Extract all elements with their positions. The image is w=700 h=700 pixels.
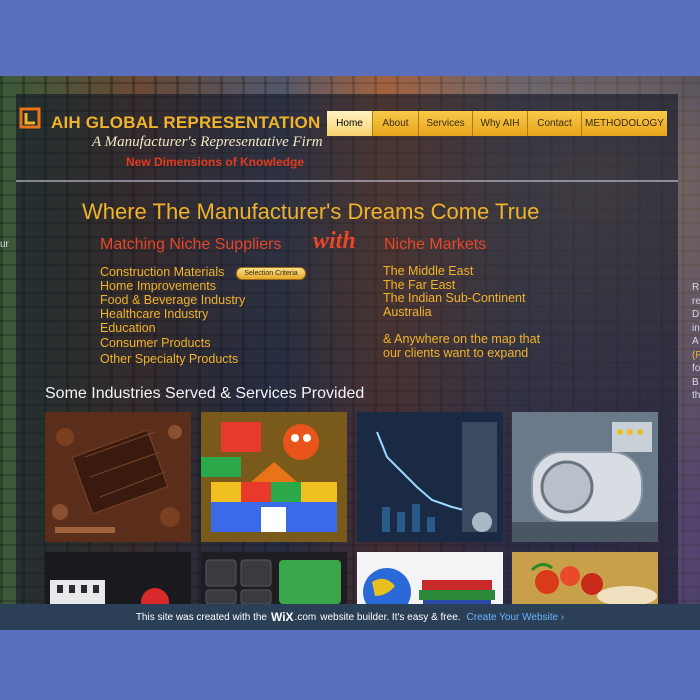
tile-keyboard[interactable] (201, 552, 347, 604)
markets-heading: Niche Markets (384, 236, 487, 253)
main-nav: Home About Services Why AIH Contact METH… (327, 111, 667, 136)
nav-why-aih[interactable]: Why AIH (473, 111, 528, 136)
wix-logo: WiX (270, 610, 294, 624)
list-item[interactable]: Construction Materials (100, 265, 245, 279)
left-edge-text: ur (0, 239, 9, 250)
wix-banner-prefix: This site was created with the (135, 611, 267, 623)
right-edge-line: th (692, 390, 700, 401)
selection-criteria-button[interactable]: Selection Criteria (236, 267, 306, 280)
site-subtitle: New Dimensions of Knowledge (126, 155, 305, 169)
logo-icon[interactable] (19, 107, 41, 129)
tile-toys[interactable] (201, 412, 347, 542)
list-item[interactable]: Healthcare Industry (100, 307, 245, 321)
header-divider (16, 180, 678, 182)
right-edge-line: (F (692, 349, 700, 361)
right-edge-line: R (692, 282, 700, 293)
keyboard-image (201, 552, 347, 604)
list-item[interactable]: The Far East (383, 278, 525, 293)
list-item[interactable]: Education (100, 321, 245, 335)
nav-about[interactable]: About (373, 111, 419, 136)
building-image (45, 552, 191, 604)
chart-image (357, 412, 503, 542)
nav-methodology[interactable]: METHODOLOGY (582, 111, 667, 136)
tile-building[interactable] (45, 552, 191, 604)
list-item[interactable]: The Indian Sub-Continent (383, 291, 525, 306)
wix-banner[interactable]: This site was created with the WiX .com … (0, 604, 700, 630)
tile-books-globe[interactable] (357, 552, 503, 604)
wix-banner-suffix: website builder. It's easy & free. (320, 611, 461, 623)
markets-note: & Anywhere on the map that our clients w… (383, 332, 541, 360)
suppliers-list: Construction Materials Home Improvements… (100, 265, 245, 335)
machinery-image (512, 412, 658, 542)
hero-headline: Where The Manufacturer's Dreams Come Tru… (82, 199, 540, 224)
list-item[interactable]: The Middle East (383, 264, 525, 279)
tile-chart[interactable] (357, 412, 503, 542)
right-edge-line: fo (692, 363, 700, 374)
site-tagline: A Manufacturer's Representative Firm (92, 134, 323, 150)
right-edge-line: re (692, 295, 700, 307)
right-edge-line: A (692, 336, 699, 347)
industries-heading: Some Industries Served & Services Provid… (45, 385, 365, 402)
nav-services[interactable]: Services (419, 111, 473, 136)
chocolate-image (45, 412, 191, 542)
connector-word: with (313, 228, 356, 254)
toys-image (201, 412, 347, 542)
right-edge-text: R re D in A (F fo B th (692, 281, 700, 403)
list-item: & Anywhere on the map that (383, 332, 541, 346)
list-item[interactable]: Food & Beverage Industry (100, 293, 245, 307)
markets-list: The Middle East The Far East The Indian … (383, 264, 525, 320)
site-title[interactable]: AIH GLOBAL REPRESENTATION (51, 113, 320, 133)
create-website-link[interactable]: Create Your Website › (467, 612, 565, 623)
tile-machinery[interactable] (512, 412, 658, 542)
tile-chocolate[interactable] (45, 412, 191, 542)
nav-home[interactable]: Home (327, 111, 373, 136)
nav-contact[interactable]: Contact (528, 111, 582, 136)
suppliers-list-more: Consumer Products Other Specialty Produc… (100, 335, 238, 367)
list-item: our clients want to expand (383, 345, 529, 360)
books-globe-image (357, 552, 503, 604)
right-edge-line: B (692, 376, 699, 388)
list-item[interactable]: Consumer Products (100, 335, 238, 351)
right-edge-line: D (692, 309, 700, 320)
wix-logo-suffix: .com (294, 611, 317, 623)
list-item[interactable]: Other Specialty Products (100, 351, 238, 367)
list-item[interactable]: Australia (383, 305, 525, 320)
list-item[interactable]: Home Improvements (100, 279, 245, 293)
food-image (512, 552, 658, 604)
suppliers-heading: Matching Niche Suppliers (100, 236, 282, 253)
right-edge-line: in (692, 322, 700, 334)
tile-food[interactable] (512, 552, 658, 604)
